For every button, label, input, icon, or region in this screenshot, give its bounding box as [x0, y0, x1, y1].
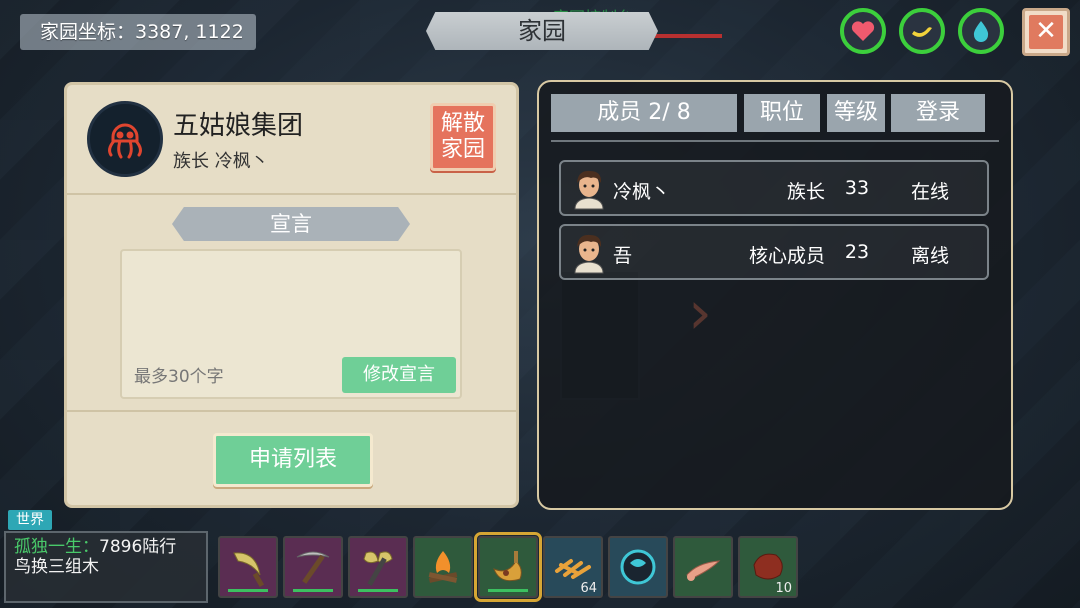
disband-label-line2: 家园: [440, 137, 485, 162]
hotbar-slot[interactable]: [218, 536, 278, 598]
player-avatar-icon: [574, 234, 604, 274]
member-role: 核心成员: [748, 245, 825, 267]
declaration-textbox[interactable]: 最多30个字 修改宣言: [120, 249, 462, 399]
chevron-right-icon: ›: [688, 278, 712, 348]
chat-message: 鸟换三组木: [14, 557, 99, 577]
pickaxe-icon: [296, 551, 330, 584]
durability-bar: [228, 589, 268, 592]
login-header[interactable]: 登录: [891, 94, 985, 132]
disband-label-line1: 解散: [440, 111, 485, 136]
clan-header: 五姑娘集团 族长 冷枫丶 解散 家园: [67, 85, 516, 195]
clan-info-panel: 五姑娘集团 族长 冷枫丶 解散 家园 宣言 最多30个字 修改宣言 申请列表: [64, 82, 519, 508]
disband-home-button[interactable]: 解散 家园: [430, 103, 496, 171]
bone-icon: [686, 560, 721, 581]
hotbar-slot[interactable]: 64: [543, 536, 603, 598]
member-count-header[interactable]: 成员 2/ 8: [551, 94, 737, 132]
durability-bar: [488, 589, 528, 592]
level-header[interactable]: 等级: [827, 94, 885, 132]
octopus-icon: [87, 101, 163, 177]
member-name: 冷枫丶: [613, 181, 671, 203]
chat-sender[interactable]: 孤独一生: [14, 537, 82, 557]
hotbar-slot[interactable]: [283, 536, 343, 598]
health-bar: [650, 34, 722, 38]
durability-bar: [293, 589, 333, 592]
application-list-button[interactable]: 申请列表: [213, 433, 373, 487]
chat-separator: ：: [82, 537, 99, 557]
banana-icon[interactable]: [899, 8, 945, 54]
home-coordinates: 家园坐标：3387, 1122: [20, 14, 256, 50]
horn-icon: [493, 551, 522, 582]
axe-icon: [363, 551, 393, 586]
member-row[interactable]: 冷枫丶 族长 33 在线: [559, 160, 989, 216]
hotbar-slot[interactable]: [673, 536, 733, 598]
hotbar-slot-selected[interactable]: [474, 532, 542, 602]
member-row[interactable]: 吾 核心成员 23 离线: [559, 224, 989, 280]
page-title: 家园: [426, 12, 658, 50]
close-icon: ✕: [1029, 15, 1063, 49]
item-count: 64: [580, 581, 597, 596]
campfire-icon: [428, 551, 458, 583]
member-name: 吾: [613, 245, 633, 267]
water-drop-icon[interactable]: [958, 8, 1004, 54]
declaration-title: 宣言: [172, 207, 410, 241]
hotbar-slot[interactable]: 10: [738, 536, 798, 598]
member-role: 族长: [786, 181, 825, 203]
hotbar-slot[interactable]: [608, 536, 668, 598]
edit-declaration-button[interactable]: 修改宣言: [342, 357, 456, 393]
chat-box[interactable]: 孤独一生：7896陆行 鸟换三组木: [4, 531, 208, 603]
role-header[interactable]: 职位: [744, 94, 820, 132]
divider: [67, 410, 516, 412]
chat-message: 7896陆行: [99, 537, 177, 557]
member-status: 在线: [911, 181, 950, 203]
durability-bar: [358, 589, 398, 592]
divider: [551, 140, 999, 142]
item-count: 10: [775, 581, 792, 596]
declaration-placeholder: 最多30个字: [134, 367, 224, 387]
clan-leader: 族长 冷枫丶: [173, 151, 269, 172]
member-level: 23: [844, 241, 870, 263]
world-channel-tag[interactable]: 世界: [8, 510, 52, 530]
member-level: 33: [844, 177, 870, 199]
heart-icon[interactable]: [840, 8, 886, 54]
sickle-icon: [233, 552, 265, 588]
orb-icon: [620, 549, 656, 585]
clan-name: 五姑娘集团: [173, 111, 304, 141]
member-list-panel: 成员 2/ 8 职位 等级 登录 冷枫丶 族长 33 在线 吾 核心成员 23 …: [537, 80, 1013, 510]
hotbar-slot[interactable]: [348, 536, 408, 598]
player-avatar-icon: [574, 170, 604, 210]
close-button[interactable]: ✕: [1022, 8, 1070, 56]
member-status: 离线: [911, 245, 950, 267]
hotbar-slot[interactable]: [413, 536, 473, 598]
